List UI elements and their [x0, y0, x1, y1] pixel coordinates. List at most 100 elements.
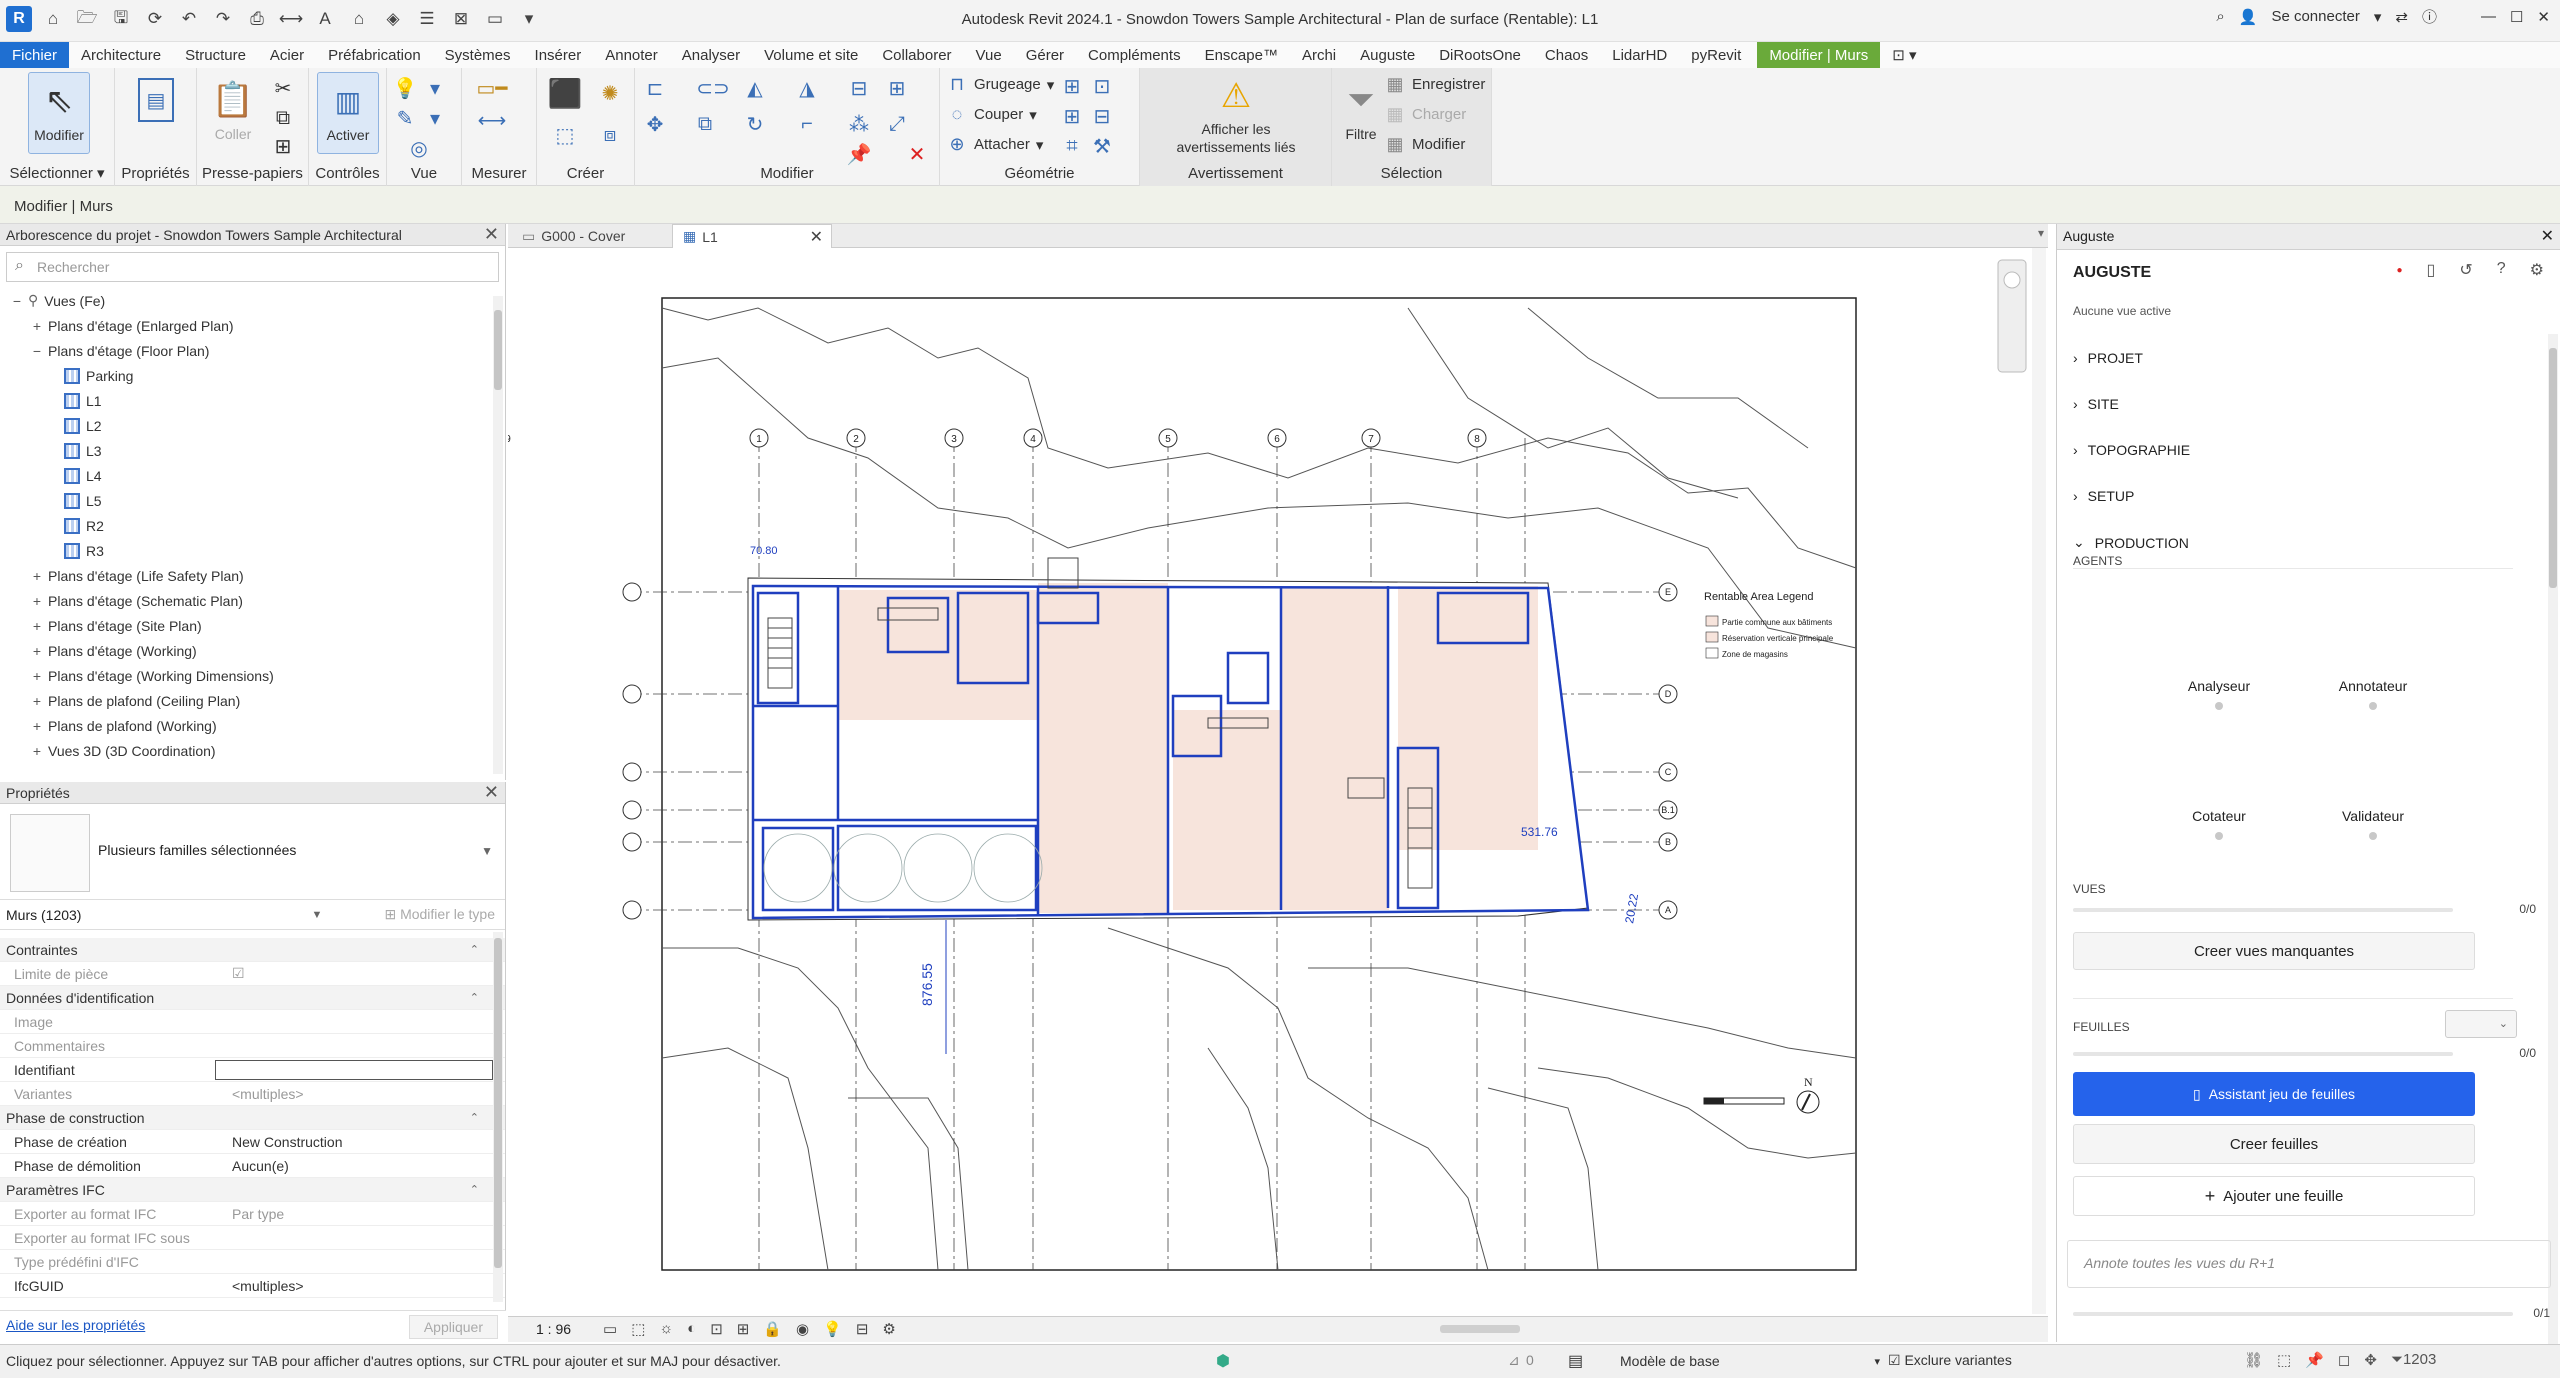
similar-icon[interactable]: ⬚ — [545, 118, 585, 152]
agent-annotateur[interactable]: Annotateur — [2313, 678, 2433, 710]
property-row[interactable]: Image — [0, 1010, 505, 1034]
section-topographie[interactable]: › TOPOGRAPHIE — [2073, 442, 2190, 458]
open-icon[interactable]: 🗁 — [74, 6, 100, 32]
properties-help-link[interactable]: Aide sur les propriétés — [6, 1317, 145, 1333]
expand-toggle-icon[interactable]: + — [30, 693, 44, 709]
create-part-icon[interactable]: ⬛ — [545, 76, 585, 110]
ribbon-tab-volume-et-site[interactable]: Volume et site — [752, 42, 870, 68]
ribbon-tab-analyser[interactable]: Analyser — [670, 42, 752, 68]
activate-button[interactable]: ▥ Activer — [317, 72, 379, 154]
join-button[interactable]: ⊕ Attacher ▾ — [946, 134, 1043, 155]
load-selection-button[interactable]: ▦ Charger — [1384, 104, 1466, 125]
tree-item[interactable]: + Plans de plafond (Working) — [0, 713, 505, 738]
split-gap-icon[interactable]: ⊞ — [885, 76, 909, 100]
ribbon-tab-archi[interactable]: Archi — [1290, 42, 1348, 68]
analytical-icon[interactable]: ⚙ — [882, 1320, 895, 1338]
revit-app-icon[interactable]: R — [6, 6, 32, 32]
paint-icon[interactable]: ⊞ — [1060, 104, 1084, 128]
close-tab-icon[interactable]: ✕ — [810, 227, 823, 247]
tree-item[interactable]: R2 — [0, 513, 505, 538]
close-icon[interactable]: ✕ — [2537, 8, 2550, 26]
tabs-dropdown-icon[interactable]: ▾ — [2038, 226, 2044, 240]
design-option-select[interactable]: Modèle de base ▾ — [1620, 1350, 1880, 1372]
instance-filter[interactable]: Murs (1203) ▼ ⊞ Modifier le type — [0, 900, 505, 930]
browser-scrollbar[interactable] — [493, 296, 503, 774]
modify-button[interactable]: ⇖ Modifier — [28, 72, 90, 154]
split-icon[interactable]: ⊟ — [847, 76, 871, 100]
select-links-icon[interactable]: ⛓ — [2244, 1351, 2263, 1369]
dimension-icon[interactable]: ⟷ — [472, 108, 512, 132]
tree-item[interactable]: − ⚲ Vues (Fe) — [0, 288, 505, 313]
apply-button[interactable]: Appliquer — [408, 1315, 498, 1339]
show-crop-icon[interactable]: ⊞ — [737, 1320, 750, 1338]
ribbon-tab-enscape-[interactable]: Enscape™ — [1193, 42, 1290, 68]
worksharing-icon[interactable]: ⊟ — [856, 1320, 869, 1338]
tree-item[interactable]: − Plans d'étage (Floor Plan) — [0, 338, 505, 363]
copy-elements-icon[interactable]: ⧉ — [693, 112, 717, 136]
rotate-icon[interactable]: ↻ — [743, 112, 767, 136]
ribbon-tab-collaborer[interactable]: Collaborer — [870, 42, 963, 68]
save-selection-button[interactable]: ▦ Enregistrer — [1384, 74, 1485, 95]
tree-item[interactable]: Parking — [0, 363, 505, 388]
tree-item[interactable]: + Plans d'étage (Working) — [0, 638, 505, 663]
ribbon-extra-dropdown-icon[interactable]: ⊡ ▾ — [1880, 42, 1928, 68]
select-dropdown[interactable]: Sélectionner ▾ — [0, 164, 114, 182]
tab-l1[interactable]: ▦ L1 ✕ — [672, 224, 832, 248]
worksets-icon[interactable]: ⬢ — [1216, 1351, 1230, 1371]
copy-icon[interactable]: ⧉ — [271, 106, 295, 130]
ribbon-tab-auguste[interactable]: Auguste — [1348, 42, 1427, 68]
paste-button[interactable]: 📋 Coller — [205, 72, 261, 156]
mobile-icon[interactable]: ▯ — [2427, 260, 2436, 280]
section-site[interactable]: › SITE — [2073, 396, 2119, 412]
auguste-scrollbar[interactable] — [2548, 334, 2558, 1344]
expand-toggle-icon[interactable]: + — [30, 668, 44, 684]
split-face-icon[interactable]: ⊡ — [1090, 74, 1114, 98]
ribbon-tab-pr-fabrication[interactable]: Préfabrication — [316, 42, 433, 68]
qat-dropdown-icon[interactable]: ▾ — [516, 6, 542, 32]
property-row[interactable]: Type prédéfini d'IFC — [0, 1250, 505, 1274]
thin-lines-icon[interactable]: ☰ — [414, 6, 440, 32]
sheets-dropdown[interactable]: ⌄ — [2445, 1010, 2517, 1038]
property-row[interactable]: Exporter au format IFC sous — [0, 1226, 505, 1250]
ribbon-tab-fichier[interactable]: Fichier — [0, 42, 70, 68]
ribbon-tab-dirootsone[interactable]: DiRootsOne — [1427, 42, 1533, 68]
cut-icon[interactable]: ✂ — [271, 76, 295, 100]
move-icon[interactable]: ✥ — [643, 112, 667, 136]
reveal-hidden-icon[interactable]: 💡 — [823, 1320, 842, 1338]
tree-item[interactable]: + Plans de plafond (Ceiling Plan) — [0, 688, 505, 713]
ribbon-tab-acier[interactable]: Acier — [258, 42, 316, 68]
tree-item[interactable]: + Plans d'étage (Enlarged Plan) — [0, 313, 505, 338]
pin-icon[interactable]: 📌 — [847, 142, 872, 166]
create-group-icon[interactable]: ✺ — [593, 76, 627, 110]
tree-item[interactable]: + Vues 3D (3D Coordination) — [0, 738, 505, 763]
ribbon-tab-vue[interactable]: Vue — [964, 42, 1014, 68]
crop-view-icon[interactable]: ⊡ — [710, 1320, 723, 1338]
filter-count-icon[interactable]: ⏷1203 — [2391, 1351, 2436, 1369]
collapse-icon[interactable]: ⌃ — [470, 991, 479, 1004]
tab-g000-cover[interactable]: ▭ G000 - Cover — [512, 224, 672, 248]
measure-ruler-icon[interactable]: ▭━ — [472, 76, 512, 100]
scale-icon[interactable]: ⤢ — [885, 112, 909, 136]
ribbon-tab-modifier-murs[interactable]: Modifier | Murs — [1757, 42, 1881, 68]
property-group-header[interactable]: Paramètres IFC ⌃ — [0, 1178, 505, 1202]
edit-type-button[interactable]: ⊞ Modifier le type — [384, 906, 495, 923]
tree-item[interactable]: L4 — [0, 463, 505, 488]
property-row[interactable]: Phase de démolition Aucun(e) — [0, 1154, 505, 1178]
expand-toggle-icon[interactable]: − — [10, 293, 24, 309]
ribbon-tab-chaos[interactable]: Chaos — [1533, 42, 1600, 68]
tag-icon[interactable]: A — [312, 6, 338, 32]
cope-button[interactable]: ⊓ Grugeage ▾ — [946, 74, 1054, 95]
cut-geometry-button[interactable]: ◌ Couper ▾ — [946, 104, 1037, 125]
select-by-face-icon[interactable]: ◻ — [2338, 1351, 2350, 1369]
tree-item[interactable]: L2 — [0, 413, 505, 438]
sheet-assistant-button[interactable]: ▯ Assistant jeu de feuilles — [2073, 1072, 2475, 1116]
minimize-icon[interactable]: — — [2481, 8, 2496, 25]
type-selector[interactable]: Plusieurs familles sélectionnées ▼ — [0, 804, 505, 900]
section-projet[interactable]: › PROJET — [2073, 350, 2143, 366]
temp-hide-icon[interactable]: ◎ — [407, 136, 431, 160]
section-setup[interactable]: › SETUP — [2073, 488, 2134, 504]
help-icon[interactable]: ⓘ — [2422, 6, 2437, 27]
active-only-icon[interactable]: ⊿ — [1508, 1352, 1520, 1369]
demolish-icon[interactable]: ⌗ — [1060, 134, 1084, 158]
show-warnings-button[interactable]: ⚠ Afficher les avertissements liés — [1144, 72, 1328, 158]
